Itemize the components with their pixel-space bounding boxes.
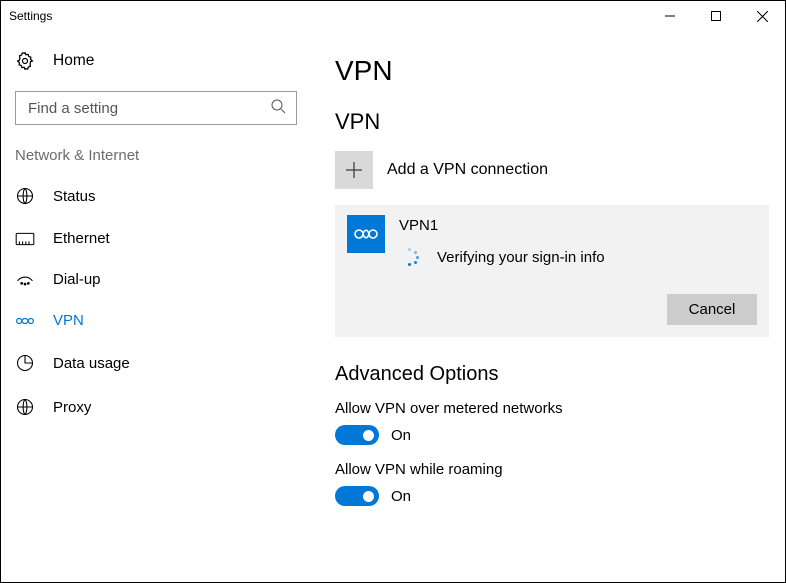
search-icon (270, 98, 286, 119)
status-icon (15, 186, 35, 206)
sidebar-item-dialup[interactable]: Dial-up (1, 259, 311, 300)
sidebar-item-label: Dial-up (53, 271, 101, 288)
add-vpn-label: Add a VPN connection (387, 161, 548, 179)
sidebar-item-home[interactable]: Home (1, 41, 311, 81)
toggle-switch-roaming[interactable] (335, 486, 379, 506)
sidebar-item-label: Ethernet (53, 230, 110, 247)
ethernet-icon (15, 231, 35, 247)
sidebar-item-label: Proxy (53, 399, 91, 416)
main-content: VPN VPN Add a VPN connection VPN1 (311, 31, 785, 582)
sidebar-item-label: Status (53, 188, 96, 205)
window-title: Settings (9, 9, 52, 23)
toggle-state: On (391, 427, 411, 444)
cancel-button[interactable]: Cancel (667, 294, 757, 325)
vpn-connection-card[interactable]: VPN1 Verifying your sign-in info Cancel (335, 205, 769, 337)
vpn-connection-name: VPN1 (399, 215, 605, 234)
vpn-connection-icon (347, 215, 385, 253)
datausage-icon (15, 353, 35, 373)
sidebar-item-proxy[interactable]: Proxy (1, 385, 311, 429)
gear-icon (15, 51, 35, 71)
vpn-connection-status: Verifying your sign-in info (437, 249, 605, 266)
search-input[interactable] (26, 99, 270, 118)
add-vpn-row[interactable]: Add a VPN connection (335, 149, 769, 205)
category-header: Network & Internet (1, 143, 311, 174)
sidebar-item-label: Data usage (53, 355, 130, 372)
toggle-label: Allow VPN over metered networks (335, 400, 769, 417)
search-box[interactable] (15, 91, 297, 125)
close-button[interactable] (739, 1, 785, 31)
toggle-roaming: Allow VPN while roaming On (335, 461, 769, 506)
toggle-label: Allow VPN while roaming (335, 461, 769, 478)
toggle-metered: Allow VPN over metered networks On (335, 400, 769, 445)
vpn-icon (15, 313, 35, 329)
maximize-button[interactable] (693, 1, 739, 31)
proxy-icon (15, 397, 35, 417)
sidebar: Home Network & Internet Status (1, 31, 311, 582)
plus-icon (335, 151, 373, 189)
sidebar-item-vpn[interactable]: VPN (1, 300, 311, 341)
toggle-state: On (391, 488, 411, 505)
toggle-switch-metered[interactable] (335, 425, 379, 445)
loading-spinner-icon (401, 248, 419, 266)
sidebar-item-status[interactable]: Status (1, 174, 311, 218)
sidebar-item-ethernet[interactable]: Ethernet (1, 218, 311, 259)
minimize-button[interactable] (647, 1, 693, 31)
home-label: Home (53, 52, 94, 70)
advanced-options-title: Advanced Options (335, 363, 769, 386)
section-title: VPN (335, 109, 769, 135)
dialup-icon (15, 272, 35, 288)
titlebar: Settings (1, 1, 785, 31)
sidebar-item-label: VPN (53, 312, 84, 329)
sidebar-item-datausage[interactable]: Data usage (1, 341, 311, 385)
page-title: VPN (335, 55, 769, 87)
window-controls (647, 1, 785, 31)
